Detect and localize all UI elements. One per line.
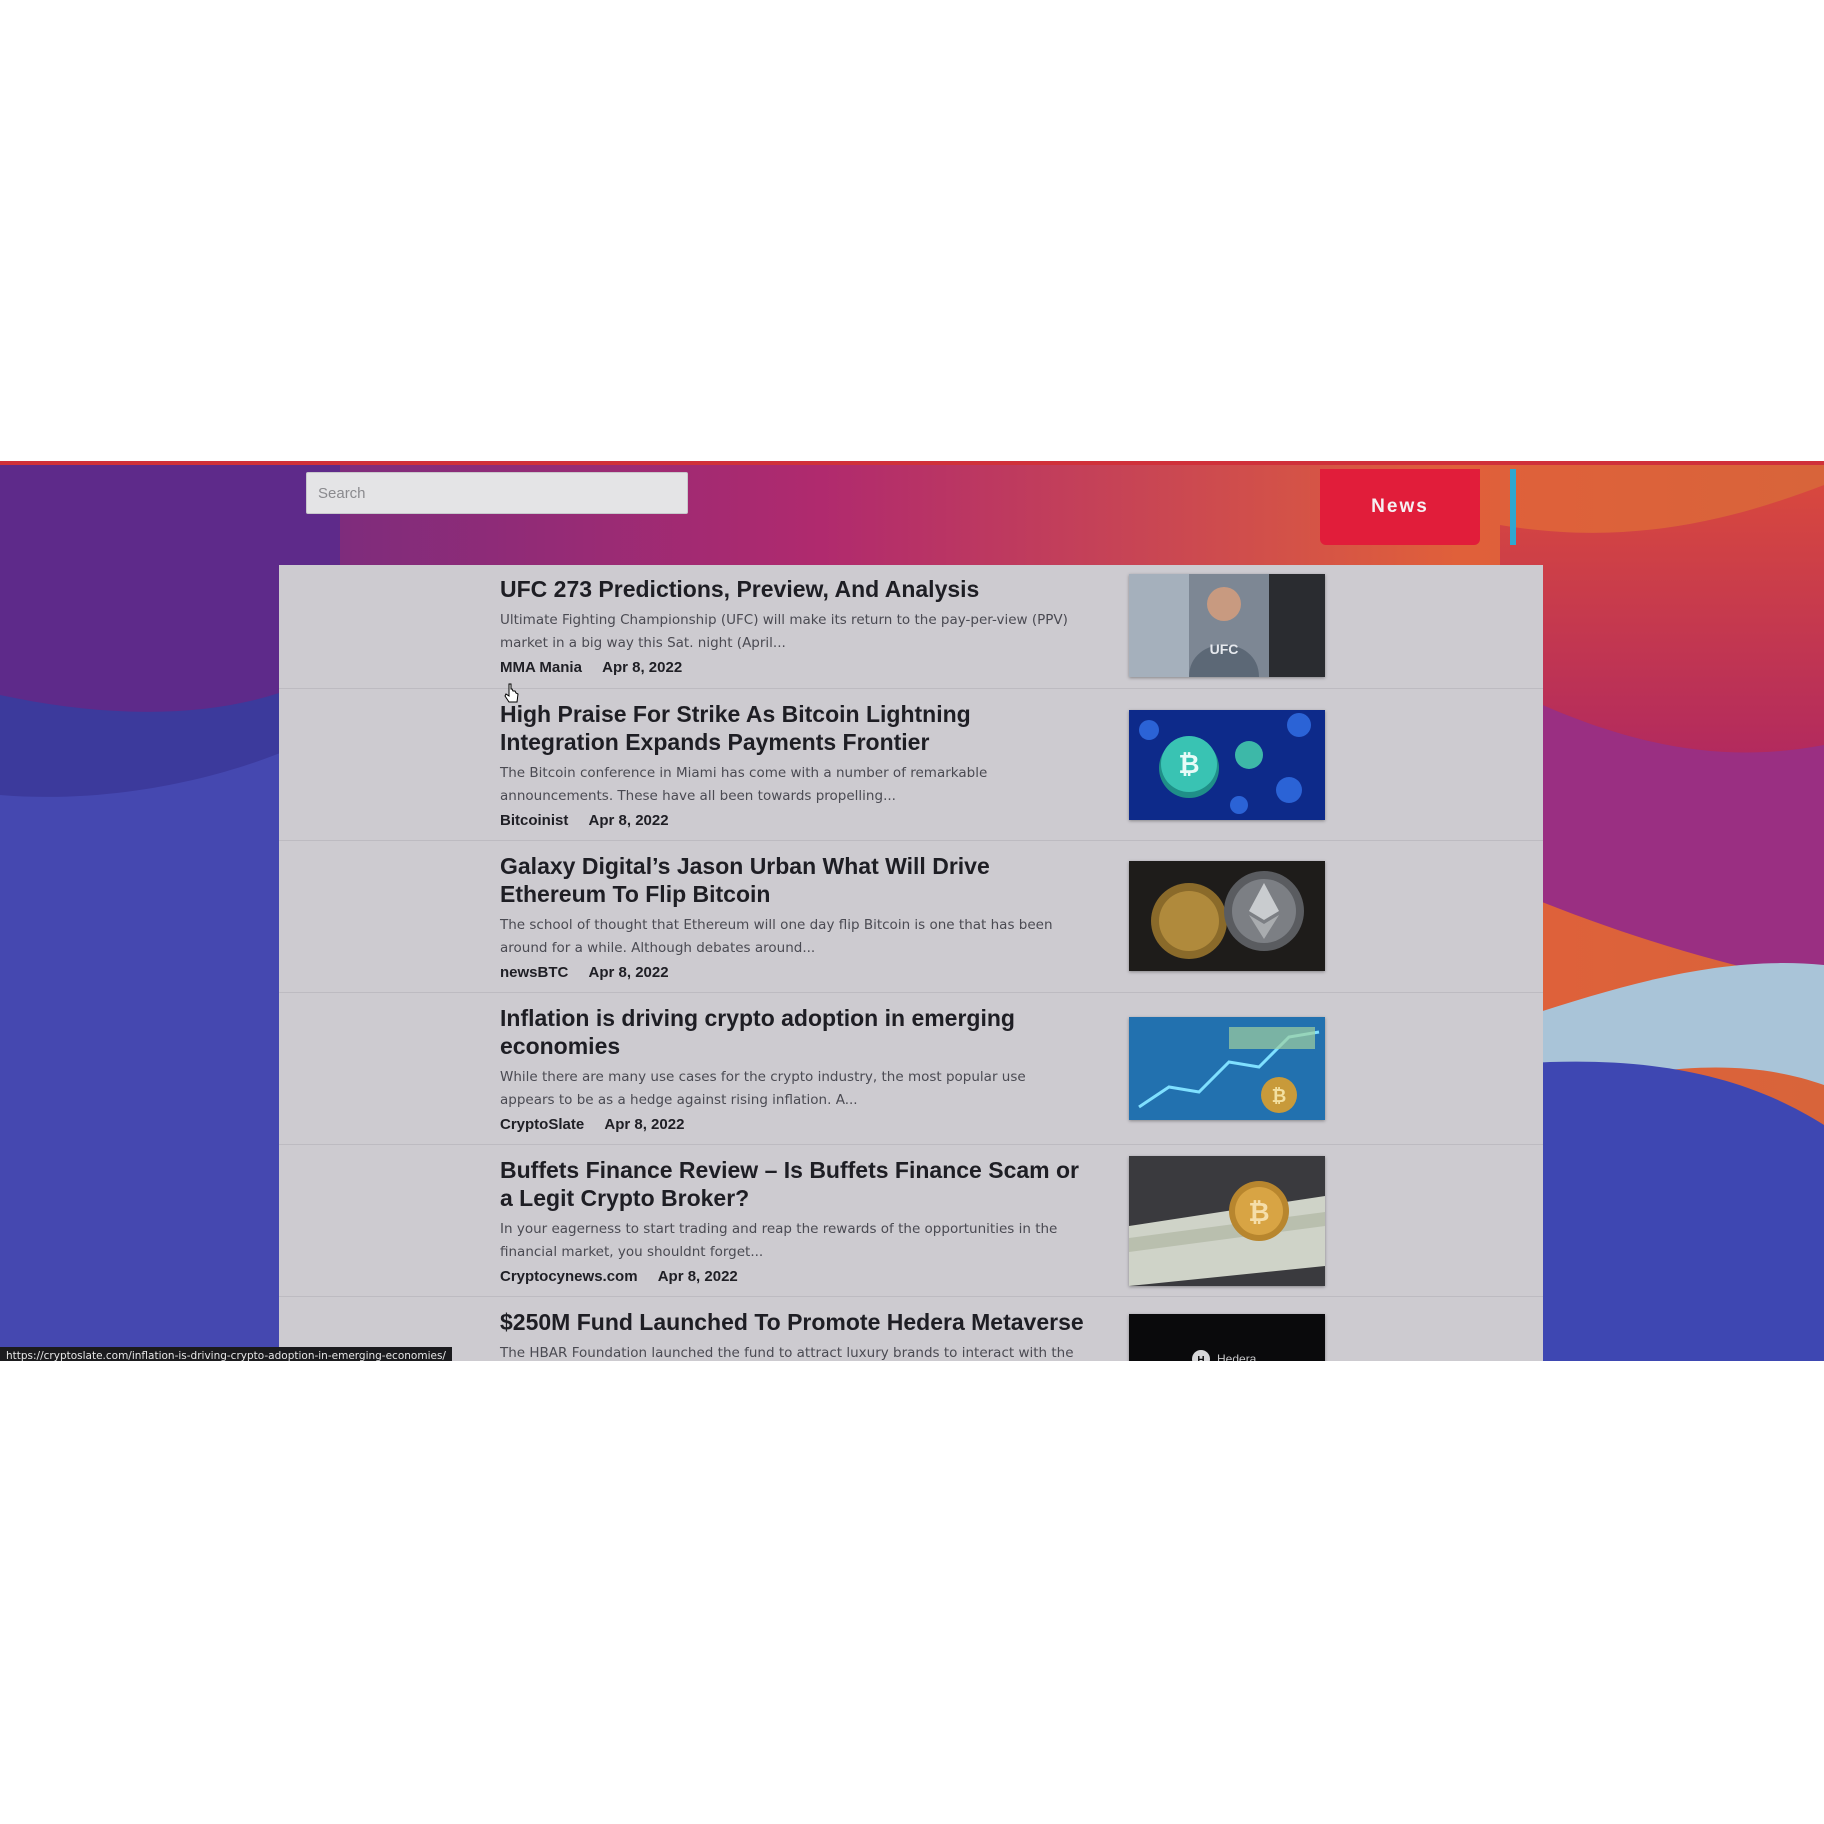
hedera-logo-icon[interactable]: H Hedera	[1129, 1314, 1325, 1361]
article-meta: MMA Mania Apr 8, 2022	[500, 659, 1084, 676]
article-title[interactable]: $250M Fund Launched To Promote Hedera Me…	[500, 1308, 1084, 1336]
svg-text:H: H	[1197, 1355, 1204, 1361]
svg-text:₿: ₿	[1272, 1086, 1287, 1107]
thumb-caption: Hedera	[1217, 1352, 1257, 1361]
article-date: Apr 8, 2022	[657, 1268, 738, 1285]
article-source: Bitcoinist	[500, 812, 569, 829]
article-text: UFC 273 Predictions, Preview, And Analys…	[500, 575, 1084, 676]
news-feed: UFC 273 Predictions, Preview, And Analys…	[279, 565, 1543, 1361]
article-summary: Ultimate Fighting Championship (UFC) wil…	[500, 612, 1068, 651]
article-title[interactable]: UFC 273 Predictions, Preview, And Analys…	[500, 575, 1084, 603]
article-text: Buffets Finance Review – Is Buffets Fina…	[500, 1156, 1084, 1285]
article-text: Inflation is driving crypto adoption in …	[500, 1004, 1084, 1133]
article-text: $250M Fund Launched To Promote Hedera Me…	[500, 1308, 1084, 1361]
article-meta: CryptoSlate Apr 8, 2022	[500, 1116, 1084, 1133]
article-date: Apr 8, 2022	[588, 812, 669, 829]
news-button-accent	[1510, 469, 1516, 545]
article-date: Apr 8, 2022	[604, 1116, 685, 1133]
news-button[interactable]: News	[1320, 469, 1480, 545]
article-item[interactable]: $250M Fund Launched To Promote Hedera Me…	[279, 1298, 1543, 1361]
article-meta: Cryptocynews.com Apr 8, 2022	[500, 1268, 1084, 1285]
article-date: Apr 8, 2022	[602, 659, 683, 676]
article-item[interactable]: UFC 273 Predictions, Preview, And Analys…	[279, 565, 1543, 689]
article-meta: newsBTC Apr 8, 2022	[500, 964, 1084, 981]
article-summary: The school of thought that Ethereum will…	[500, 917, 1053, 956]
article-text: High Praise For Strike As Bitcoin Lightn…	[500, 700, 1084, 829]
article-text: Galaxy Digital’s Jason Urban What Will D…	[500, 852, 1084, 981]
article-summary: The Bitcoin conference in Miami has come…	[500, 765, 988, 804]
article-meta: Bitcoinist Apr 8, 2022	[500, 812, 1084, 829]
app-window: News UFC 273 Predictions, Preview, And A…	[0, 461, 1824, 1361]
article-source: MMA Mania	[500, 659, 582, 676]
article-item[interactable]: Buffets Finance Review – Is Buffets Fina…	[279, 1146, 1543, 1297]
search-input[interactable]	[306, 472, 688, 514]
article-title[interactable]: Galaxy Digital’s Jason Urban What Will D…	[500, 852, 1084, 908]
article-title[interactable]: Inflation is driving crypto adoption in …	[500, 1004, 1084, 1060]
article-title[interactable]: Buffets Finance Review – Is Buffets Fina…	[500, 1156, 1084, 1212]
article-date: Apr 8, 2022	[588, 964, 669, 981]
article-source: newsBTC	[500, 964, 569, 981]
inflation-chart-icon[interactable]: ₿	[1129, 1017, 1325, 1120]
bitcoin-network-icon[interactable]: ₿	[1129, 710, 1325, 820]
article-source: Cryptocynews.com	[500, 1268, 638, 1285]
cash-bitcoin-icon[interactable]: ₿	[1129, 1156, 1325, 1286]
article-item[interactable]: Inflation is driving crypto adoption in …	[279, 994, 1543, 1145]
svg-text:₿: ₿	[1178, 750, 1199, 780]
mouse-cursor-icon	[504, 683, 519, 703]
article-title[interactable]: High Praise For Strike As Bitcoin Lightn…	[500, 700, 1084, 756]
article-summary: In your eagerness to start trading and r…	[500, 1221, 1058, 1260]
status-bar-url: https://cryptoslate.com/inflation-is-dri…	[0, 1347, 452, 1361]
article-summary: The HBAR Foundation launched the fund to…	[500, 1345, 1074, 1361]
fighter-photo-icon[interactable]: UFC	[1129, 574, 1325, 677]
ethereum-coins-icon[interactable]	[1129, 861, 1325, 971]
article-summary: While there are many use cases for the c…	[500, 1069, 1026, 1108]
svg-text:₿: ₿	[1248, 1198, 1269, 1228]
article-item[interactable]: Galaxy Digital’s Jason Urban What Will D…	[279, 842, 1543, 993]
article-item[interactable]: High Praise For Strike As Bitcoin Lightn…	[279, 690, 1543, 841]
thumb-caption: UFC	[1210, 641, 1239, 657]
article-source: CryptoSlate	[500, 1116, 585, 1133]
